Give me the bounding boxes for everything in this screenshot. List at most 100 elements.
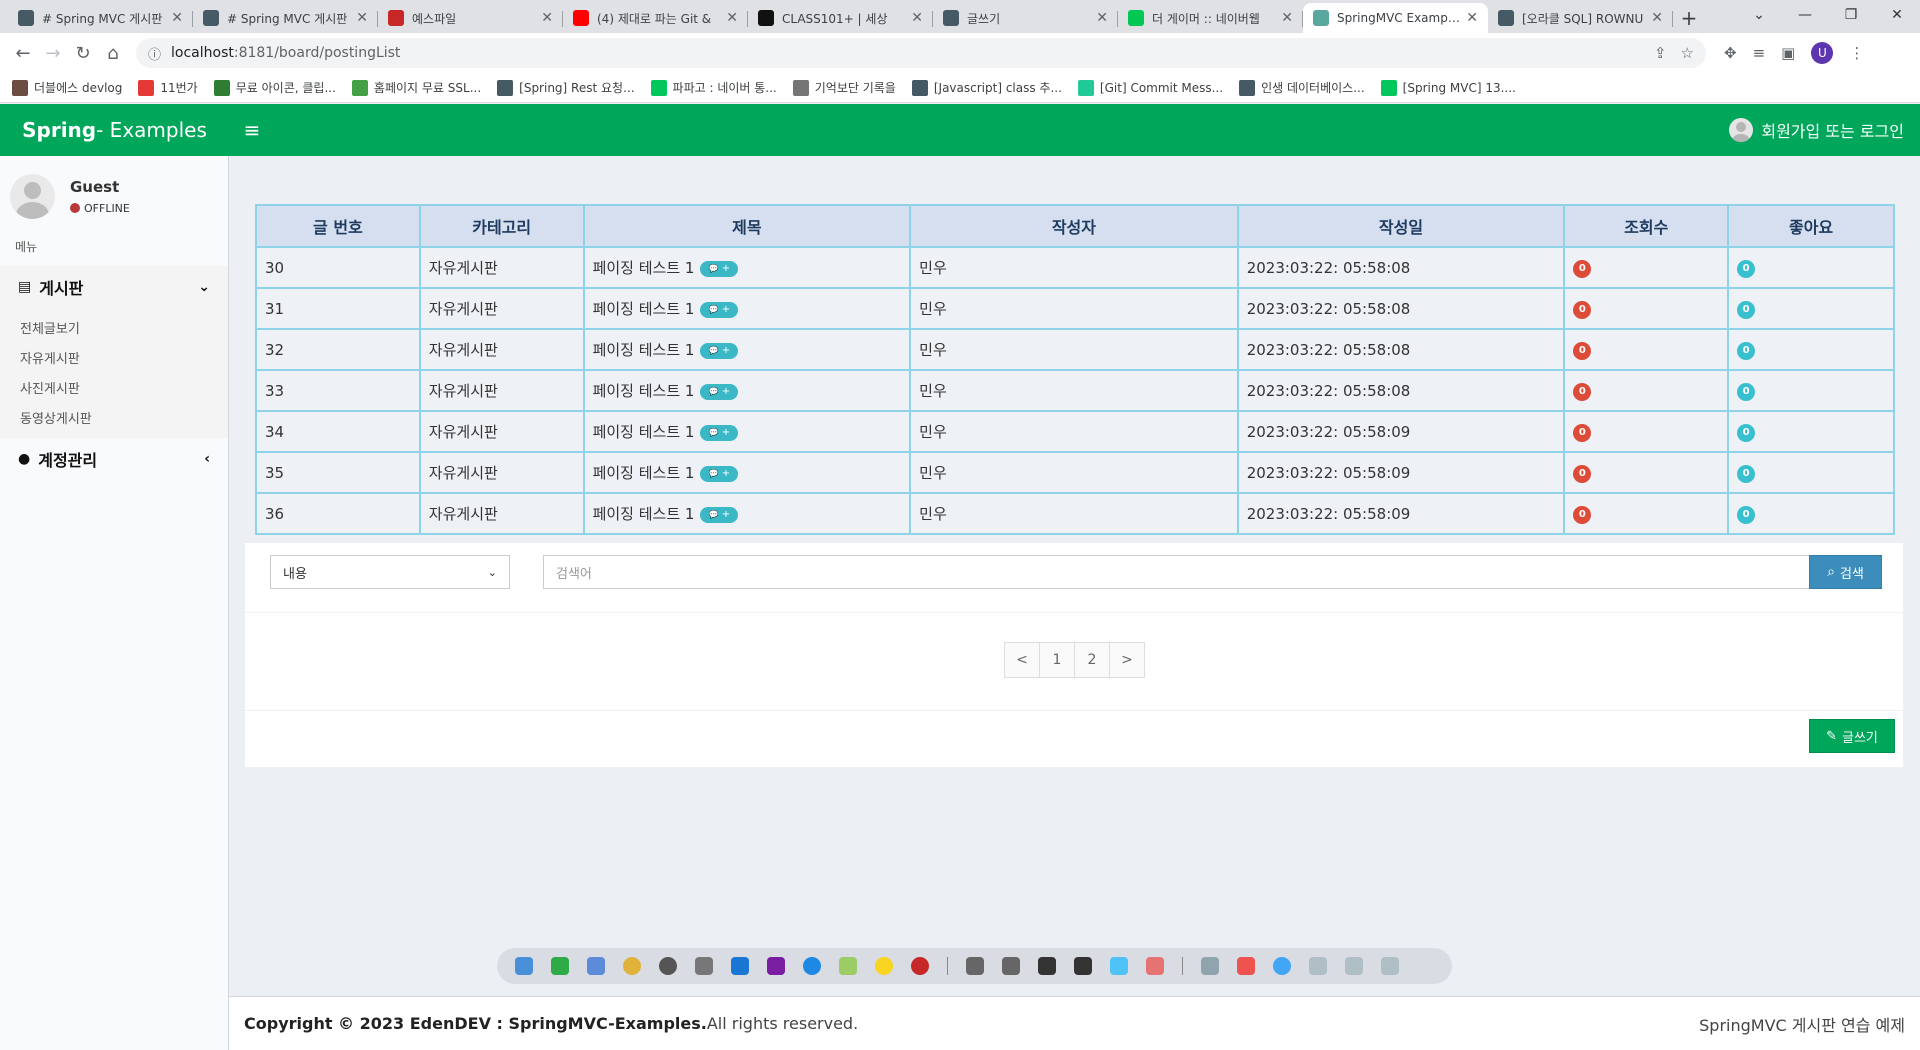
browser-tab[interactable]: # Spring MVC 게시판 ✕ — [193, 3, 378, 33]
close-icon[interactable]: ✕ — [356, 10, 368, 26]
table-row[interactable]: 32 자유게시판 페이징 테스트 1 💬 + 민우 2023:03:22: 05:58:08… — [255, 328, 1895, 371]
bookmark-item[interactable]: 더블에스 devlog — [12, 79, 122, 96]
browser-menu-icon[interactable]: ⋮ — [1849, 44, 1864, 62]
window-icon[interactable] — [1002, 957, 1020, 975]
browser-tab[interactable]: CLASS101+ | 세상 ✕ — [748, 3, 933, 33]
battery-icon[interactable] — [1309, 957, 1327, 975]
bookmark-item[interactable]: [Spring MVC] 13.... — [1380, 79, 1516, 96]
start-grid-icon[interactable] — [587, 957, 605, 975]
sidebar-subitem[interactable]: 동영상게시판 — [0, 402, 228, 432]
bookmark-item[interactable]: 홈페이지 무료 SSL... — [351, 79, 481, 96]
bookmark-item[interactable]: 무료 아이콘, 클립... — [213, 79, 336, 96]
chrome-icon[interactable] — [623, 957, 641, 975]
app-icon[interactable] — [731, 957, 749, 975]
close-icon[interactable]: ✕ — [1096, 10, 1108, 26]
app-icon[interactable] — [839, 957, 857, 975]
post-title-link[interactable]: 페이징 테스트 1 — [593, 341, 695, 359]
cell-title[interactable]: 페이징 테스트 1 💬 + — [582, 246, 912, 289]
chat-icon[interactable] — [875, 957, 893, 975]
browser-tab[interactable]: SpringMVC Examples ✕ — [1303, 3, 1488, 33]
browser-tab[interactable]: 더 게이머 :: 네이버웹 ✕ — [1118, 3, 1303, 33]
browser-tab[interactable]: [오라클 SQL] ROWNU ✕ — [1488, 3, 1673, 33]
close-icon[interactable]: ✕ — [1466, 10, 1478, 26]
search-input[interactable]: 검색어 — [543, 555, 1810, 589]
sidebar-item-account[interactable]: ● 계정관리 ‹ — [0, 438, 228, 480]
url-input[interactable]: ⓘ localhost:8181/board/postingList ⇪ ☆ — [136, 38, 1706, 68]
window-icon[interactable] — [1074, 957, 1092, 975]
bookmark-item[interactable]: 기억보단 기록을 — [792, 79, 896, 96]
table-row[interactable]: 36 자유게시판 페이징 테스트 1 💬 + 민우 2023:03:22: 05:58:09… — [255, 492, 1895, 535]
post-title-link[interactable]: 페이징 테스트 1 — [593, 505, 695, 523]
restore-button[interactable]: ❐ — [1828, 0, 1874, 30]
minimize-button[interactable]: — — [1782, 0, 1828, 30]
app-icon[interactable] — [695, 957, 713, 975]
tray-icon[interactable] — [1273, 957, 1291, 975]
tray-icon[interactable] — [1201, 957, 1219, 975]
close-icon[interactable]: ✕ — [726, 10, 738, 26]
bookmark-item[interactable]: [Spring] Rest 요청... — [497, 79, 635, 96]
cell-title[interactable]: 페이징 테스트 1 💬 + — [582, 410, 912, 453]
app-icon[interactable] — [1146, 957, 1164, 975]
file-explorer-icon[interactable] — [515, 957, 533, 975]
cell-title[interactable]: 페이징 테스트 1 💬 + — [582, 492, 912, 535]
sidebar-subitem[interactable]: 자유게시판 — [0, 342, 228, 372]
window-icon[interactable] — [1038, 957, 1056, 975]
close-window-button[interactable]: ✕ — [1874, 0, 1920, 30]
close-icon[interactable]: ✕ — [911, 10, 923, 26]
search-button[interactable]: ⌕ 검색 — [1809, 555, 1882, 589]
bookmark-item[interactable]: [Git] Commit Mess... — [1077, 79, 1223, 96]
bookmark-item[interactable]: 인생 데이터베이스... — [1239, 79, 1365, 96]
monitor-icon[interactable] — [1345, 957, 1363, 975]
app-logo[interactable]: Spring - Examples — [0, 104, 229, 156]
back-button[interactable]: ← — [8, 38, 38, 68]
cell-title[interactable]: 페이징 테스트 1 💬 + — [582, 328, 912, 371]
sidebar-subitem[interactable]: 전체글보기 — [0, 312, 228, 342]
post-title-link[interactable]: 페이징 테스트 1 — [593, 300, 695, 318]
profile-avatar[interactable]: U — [1811, 42, 1834, 64]
pagination-page[interactable]: 1 — [1039, 642, 1075, 678]
post-title-link[interactable]: 페이징 테스트 1 — [593, 464, 695, 482]
app-icon[interactable] — [1110, 957, 1128, 975]
table-row[interactable]: 35 자유게시판 페이징 테스트 1 💬 + 민우 2023:03:22: 05:58:09… — [255, 451, 1895, 494]
pagination-page[interactable]: 2 — [1074, 642, 1110, 678]
browser-tab[interactable]: (4) 제대로 파는 Git & ✕ — [563, 3, 748, 33]
app-icon[interactable] — [767, 957, 785, 975]
bookmark-item[interactable]: [Javascript] class 추... — [911, 79, 1062, 96]
cell-title[interactable]: 페이징 테스트 1 💬 + — [582, 369, 912, 412]
app-icon[interactable] — [911, 957, 929, 975]
forward-button[interactable]: → — [38, 38, 68, 68]
window-icon[interactable] — [966, 957, 984, 975]
sidebar-toggle-icon[interactable]: ≡ — [229, 104, 275, 156]
table-row[interactable]: 30 자유게시판 페이징 테스트 1 💬 + 민우 2023:03:22: 05:58:08… — [255, 246, 1895, 289]
home-button[interactable]: ⌂ — [98, 38, 128, 68]
close-icon[interactable]: ✕ — [541, 10, 553, 26]
close-icon[interactable]: ✕ — [1281, 10, 1293, 26]
close-icon[interactable]: ✕ — [171, 10, 183, 26]
pagination-prev[interactable]: < — [1004, 642, 1040, 678]
bookmark-item[interactable]: 11번가 — [138, 79, 198, 96]
bookmark-star-icon[interactable]: ☆ — [1681, 44, 1694, 62]
browser-tab[interactable]: 글쓰기 ✕ — [933, 3, 1118, 33]
bookmark-item[interactable]: 파파고 : 네이버 통... — [650, 79, 777, 96]
cell-title[interactable]: 페이징 테스트 1 💬 + — [582, 287, 912, 330]
close-icon[interactable]: ✕ — [1651, 10, 1663, 26]
sidebar-item-board[interactable]: ▤ 게시판 ⌄ — [0, 266, 228, 308]
new-tab-button[interactable]: + — [1673, 3, 1705, 33]
side-panel-icon[interactable]: ▣ — [1781, 44, 1795, 62]
tray-icon[interactable] — [1237, 957, 1255, 975]
post-title-link[interactable]: 페이징 테스트 1 — [593, 259, 695, 277]
reading-list-icon[interactable]: ≡ — [1753, 44, 1766, 62]
reload-button[interactable]: ↻ — [68, 38, 98, 68]
share-icon[interactable]: ⇪ — [1654, 44, 1667, 62]
cell-title[interactable]: 페이징 테스트 1 💬 + — [582, 451, 912, 494]
tab-search-icon[interactable]: ⌄ — [1736, 0, 1782, 30]
table-row[interactable]: 33 자유게시판 페이징 테스트 1 💬 + 민우 2023:03:22: 05:58:08… — [255, 369, 1895, 412]
volume-icon[interactable] — [1381, 957, 1399, 975]
sidebar-subitem[interactable]: 사진게시판 — [0, 372, 228, 402]
post-title-link[interactable]: 페이징 테스트 1 — [593, 423, 695, 441]
settings-icon[interactable] — [659, 957, 677, 975]
post-title-link[interactable]: 페이징 테스트 1 — [593, 382, 695, 400]
write-post-button[interactable]: ✎ 글쓰기 — [1809, 719, 1895, 753]
pagination-next[interactable]: > — [1109, 642, 1145, 678]
app-icon[interactable] — [551, 957, 569, 975]
